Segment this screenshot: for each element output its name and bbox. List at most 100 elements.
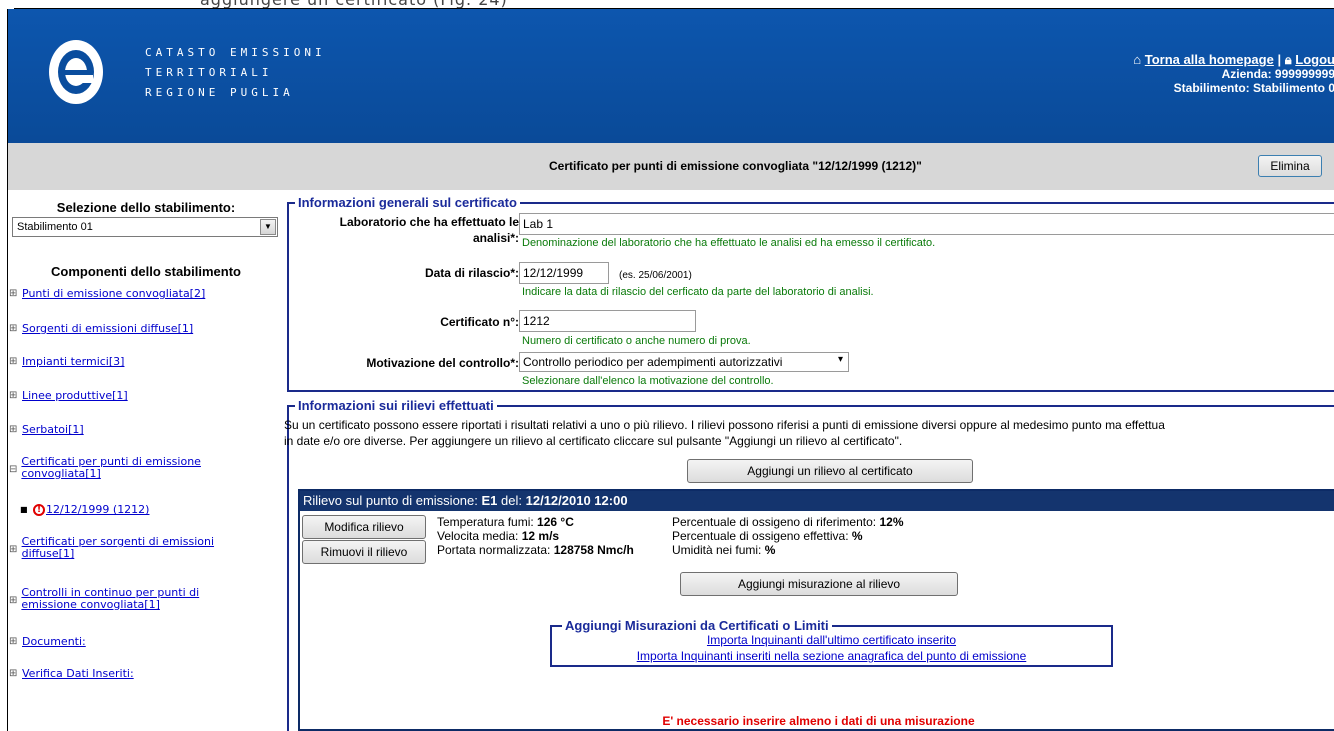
cet-logo-icon	[49, 40, 103, 104]
tree-item-label[interactable]: Punti di emissione convogliata[2]	[22, 288, 205, 300]
survey-params-left: Temperatura fumi: 126 °C Velocita media:…	[437, 515, 634, 557]
lab-input[interactable]: Lab 1	[519, 213, 1334, 235]
sidebar: Selezione dello stabilimento: Stabilimen…	[8, 190, 284, 731]
lab-label-line-1: Laboratorio che ha effettuato le	[339, 215, 519, 229]
tree-item-label[interactable]: Linee produttive[1]	[22, 390, 128, 402]
date-hint: Indicare la data di rilascio del cerfica…	[522, 286, 874, 298]
tree-item-label[interactable]: Certificati per punti di emissione convo…	[21, 456, 249, 480]
import-last-certificate-link[interactable]: Importa Inquinanti dall'ultimo certifica…	[707, 633, 956, 647]
oxygen-ref-label: Percentuale di ossigeno di riferimento:	[672, 515, 877, 529]
survey-datetime: 12/12/2010 12:00	[525, 493, 628, 508]
tree-item-tanks[interactable]: ⊞ Serbatoi[1]	[9, 424, 84, 436]
main-content: Informazioni generali sul certificato La…	[284, 190, 1334, 731]
tree-item-label[interactable]: Controlli in continuo per punti di emiss…	[21, 587, 249, 611]
temperature-label: Temperatura fumi:	[437, 515, 534, 529]
tree-item-label[interactable]: Serbatoi[1]	[22, 424, 84, 436]
chevron-down-icon[interactable]: ▼	[260, 219, 276, 235]
expand-icon[interactable]: ⊞	[9, 595, 17, 607]
expand-icon[interactable]: ⊞	[9, 356, 18, 368]
tree-item-label[interactable]: Impianti termici[3]	[22, 356, 124, 368]
delete-button[interactable]: Elimina	[1258, 155, 1322, 177]
site-header: CATASTO EMISSIONI TERRITORIALI REGIONE P…	[8, 9, 1334, 143]
plant-select[interactable]: Stabilimento 01 ▼	[12, 217, 278, 237]
tree-item-label[interactable]: Documenti:	[22, 636, 86, 648]
survey-panel: Rilievo sul punto di emissione: E1 del: …	[298, 489, 1334, 731]
modify-survey-button[interactable]: Modifica rilievo	[302, 515, 426, 539]
app-frame: CATASTO EMISSIONI TERRITORIALI REGIONE P…	[7, 9, 1334, 731]
bullet-icon: ■	[20, 505, 28, 514]
expand-icon[interactable]: ⊞	[9, 288, 18, 300]
logout-link[interactable]: Logou	[1295, 52, 1334, 67]
plant-select-value: Stabilimento 01	[17, 221, 93, 233]
tree-item-production-lines[interactable]: ⊞ Linee produttive[1]	[9, 390, 128, 402]
expand-icon[interactable]: ⊞	[9, 668, 18, 680]
import-links: Importa Inquinanti dall'ultimo certifica…	[552, 632, 1111, 664]
flow-value: 128758 Nmc/h	[553, 543, 634, 557]
tree-item-label[interactable]: Verifica Dati Inseriti:	[22, 668, 134, 680]
tree-item-certificates-diffuse[interactable]: ⊞ Certificati per sorgenti di emissioni d…	[9, 536, 259, 560]
flow-label: Portata normalizzata:	[437, 543, 551, 557]
validation-error: E' necessario inserire almeno i dati di …	[662, 714, 975, 728]
survey-params-right: Percentuale di ossigeno di riferimento: …	[672, 515, 904, 557]
tree-item-diffuse-sources[interactable]: ⊞ Sorgenti di emissioni diffuse[1]	[9, 323, 193, 335]
import-fieldset: Aggiungi Misurazioni da Certificati o Li…	[550, 618, 1113, 667]
surveys-description-line-2: in date e/o ore diverse. Per aggiungere …	[284, 434, 903, 448]
date-example: (es. 25/06/2001)	[619, 270, 692, 281]
velocity-value: 12 m/s	[521, 529, 560, 543]
home-link[interactable]: Torna alla homepage	[1145, 52, 1274, 67]
add-survey-button[interactable]: Aggiungi un rilievo al certificato	[687, 459, 973, 483]
general-info-fieldset: Informazioni generali sul certificato La…	[287, 195, 1334, 392]
page-titlebar: Certificato per punti di emissione convo…	[8, 143, 1334, 190]
expand-icon[interactable]: ⊞	[9, 636, 18, 648]
survey-del: del:	[501, 493, 522, 508]
survey-header: Rilievo sul punto di emissione: E1 del: …	[300, 491, 1334, 511]
tree-item-label[interactable]: Certificati per sorgenti di emissioni di…	[22, 536, 259, 560]
motivation-hint: Selezionare dall'elenco la motivazione d…	[522, 375, 774, 387]
plant-select-title: Selezione dello stabilimento:	[56, 200, 236, 215]
date-input[interactable]: 12/12/1999	[519, 262, 609, 284]
plant-name: Stabilimento: Stabilimento 0	[1173, 81, 1334, 95]
general-info-legend: Informazioni generali sul certificato	[295, 195, 520, 210]
temperature-value: 126 °C	[537, 515, 574, 529]
expand-icon[interactable]: ⊞	[9, 424, 18, 436]
separator: |	[1277, 52, 1282, 67]
import-registry-link[interactable]: Importa Inquinanti inseriti nella sezion…	[637, 649, 1027, 663]
add-measurement-button[interactable]: Aggiungi misurazione al rilievo	[680, 572, 958, 596]
home-icon: ⌂	[1133, 52, 1142, 67]
oxygen-ref-value: 12%	[879, 515, 904, 529]
oxygen-eff-label: Percentuale di ossigeno effettiva:	[672, 529, 849, 543]
humidity-label: Umidità nei fumi:	[672, 543, 762, 557]
tree-item-thermal-plants[interactable]: ⊞ Impianti termici[3]	[9, 356, 124, 368]
tree-item-verify-data[interactable]: ⊞ Verifica Dati Inseriti:	[9, 668, 134, 680]
surveys-description: Su un certificato possono essere riporta…	[284, 417, 1334, 449]
lab-label: Laboratorio che ha effettuato le analisi…	[289, 214, 519, 246]
certificate-number-label: Certificato n°:	[440, 315, 519, 329]
tree-item-label[interactable]: 12/12/1999 (1212)	[46, 504, 149, 516]
components-title: Componenti dello stabilimento	[51, 264, 241, 279]
oxygen-eff-value: %	[851, 529, 863, 543]
tree-item-continuous-controls[interactable]: ⊞ Controlli in continuo per punti di emis…	[9, 587, 249, 611]
warning-icon: !	[33, 504, 45, 516]
company-id: Azienda: 999999999	[1221, 67, 1334, 81]
page-title: Certificato per punti di emissione convo…	[549, 159, 922, 173]
lock-icon: 🔒︎	[1284, 52, 1292, 67]
collapse-icon[interactable]: ⊟	[9, 464, 17, 476]
tree-item-label[interactable]: Sorgenti di emissioni diffuse[1]	[22, 323, 193, 335]
remove-survey-button[interactable]: Rimuovi il rilievo	[302, 540, 426, 564]
tree-item-certificates-convoyed[interactable]: ⊟ Certificati per punti di emissione conv…	[9, 456, 249, 480]
expand-icon[interactable]: ⊞	[9, 323, 18, 335]
tree-item-emission-points[interactable]: ⊞ Punti di emissione convogliata[2]	[9, 288, 205, 300]
brand-line-1: CATASTO EMISSIONI	[145, 46, 326, 59]
certificate-number-input[interactable]: 1212	[519, 310, 696, 332]
tree-item-certificate-selected[interactable]: ■! 12/12/1999 (1212)	[20, 504, 149, 516]
import-legend: Aggiungi Misurazioni da Certificati o Li…	[562, 618, 832, 633]
expand-icon[interactable]: ⊞	[9, 544, 18, 556]
surveys-legend: Informazioni sui rilievi effettuati	[295, 398, 497, 413]
velocity-label: Velocita media:	[437, 529, 519, 543]
chevron-down-icon[interactable]: ▾	[838, 354, 843, 365]
tree-item-documents[interactable]: ⊞ Documenti:	[9, 636, 86, 648]
certificate-number-hint: Numero di certificato o anche numero di …	[522, 335, 751, 347]
motivation-select[interactable]: Controllo periodico per adempimenti auto…	[519, 352, 849, 372]
user-panel: ⌂ Torna alla homepage | 🔒︎ Logou Azienda…	[1133, 52, 1334, 96]
expand-icon[interactable]: ⊞	[9, 390, 18, 402]
